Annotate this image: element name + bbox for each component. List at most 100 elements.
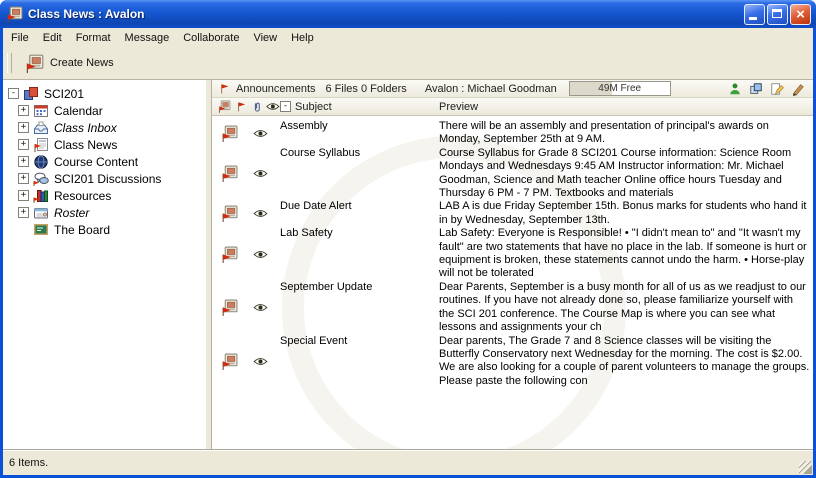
sidebar-item-class-inbox[interactable]: Class Inbox (3, 119, 205, 136)
message-status-icons (212, 281, 280, 335)
panel-toolbar (728, 82, 805, 96)
message-preview: Lab Safety: Everyone is Responsible! • "… (439, 227, 813, 281)
message-row[interactable]: Due Date Alert LAB A is due Friday Septe… (212, 200, 813, 227)
message-row[interactable]: Special Event Dear parents, The Grade 7 … (212, 335, 813, 389)
storage-free-label: 49M Free (570, 82, 670, 95)
tree-item-label: SCI201 (44, 87, 84, 101)
sidebar-item-roster[interactable]: Roster (3, 204, 205, 221)
conference-icon (23, 86, 39, 102)
compose-icon[interactable] (770, 82, 784, 96)
expand-icon[interactable] (18, 105, 29, 116)
discussions-icon (33, 171, 49, 187)
eye-icon[interactable] (253, 303, 268, 312)
create-news-icon (25, 54, 44, 73)
titlebar[interactable]: Class News : Avalon (0, 0, 816, 28)
pen-icon[interactable] (791, 82, 805, 96)
eye-icon[interactable] (253, 357, 268, 366)
create-news-button[interactable]: Create News (17, 52, 122, 75)
column-header-preview[interactable]: Preview (439, 101, 813, 113)
close-button[interactable] (790, 4, 811, 25)
person-icon[interactable] (728, 82, 742, 96)
message-subject[interactable]: September Update (280, 281, 439, 335)
subject-column-label: Subject (295, 101, 332, 113)
storage-bar: 49M Free (569, 81, 671, 96)
message-subject[interactable]: Special Event (280, 335, 439, 389)
tree-root-sci201[interactable]: SCI201 (3, 85, 205, 102)
message-icon (221, 246, 238, 263)
window-title: Class News : Avalon (28, 7, 742, 21)
preview-column-label: Preview (439, 101, 478, 113)
announcements-panel: Announcements 6 Files 0 Folders Avalon :… (212, 80, 813, 449)
column-header-row: Subject Preview (212, 98, 813, 116)
message-subject[interactable]: Lab Safety (280, 227, 439, 281)
account-name: Avalon : Michael Goodman (425, 83, 557, 95)
eye-icon[interactable] (253, 209, 268, 218)
tree-item-label: Class News (54, 138, 117, 152)
expand-icon[interactable] (18, 156, 29, 167)
status-bar: 6 Items. (3, 450, 813, 475)
menu-item-help[interactable]: Help (284, 30, 321, 46)
news-icon (33, 137, 49, 153)
menu-item-file[interactable]: File (4, 30, 36, 46)
menu-item-collaborate[interactable]: Collaborate (176, 30, 246, 46)
message-status-icons (212, 227, 280, 281)
inbox-icon (33, 120, 49, 136)
calendar-icon (33, 103, 49, 119)
column-header-eye-icon[interactable] (266, 102, 280, 111)
sidebar-item-sci201-discussions[interactable]: SCI201 Discussions (3, 170, 205, 187)
message-status-icons (212, 335, 280, 389)
menu-item-edit[interactable]: Edit (36, 30, 69, 46)
toolbar: Create News (3, 47, 813, 80)
menubar: File Edit Format Message Collaborate Vie… (3, 28, 813, 47)
message-list: Assembly There will be an assembly and p… (212, 116, 813, 449)
message-row[interactable]: Assembly There will be an assembly and p… (212, 120, 813, 147)
maximize-button[interactable] (767, 4, 788, 25)
expand-icon[interactable] (18, 139, 29, 150)
column-header-attachment-icon[interactable] (251, 101, 263, 113)
menu-item-message[interactable]: Message (118, 30, 177, 46)
message-row[interactable]: Course Syllabus Course Syllabus for Grad… (212, 147, 813, 201)
sidebar-item-course-content[interactable]: Course Content (3, 153, 205, 170)
item-count: 6 Items. (9, 457, 48, 469)
file-folder-counts: 6 Files 0 Folders (326, 83, 407, 95)
message-subject[interactable]: Assembly (280, 120, 439, 147)
folders-icon[interactable] (749, 82, 763, 96)
expand-icon[interactable] (18, 190, 29, 201)
message-subject[interactable]: Course Syllabus (280, 147, 439, 201)
message-row[interactable]: Lab Safety Lab Safety: Everyone is Respo… (212, 227, 813, 281)
toolbar-grip[interactable] (7, 53, 12, 73)
collapse-column-icon[interactable] (280, 101, 291, 112)
panel-splitter[interactable] (205, 80, 212, 449)
message-preview: Dear Parents, September is a busy month … (439, 281, 813, 335)
message-row[interactable]: September Update Dear Parents, September… (212, 281, 813, 335)
main-area: SCI201 Calendar Class Inbox (3, 80, 813, 450)
column-header-subject[interactable]: Subject (280, 101, 439, 113)
eye-icon[interactable] (253, 129, 268, 138)
menu-item-view[interactable]: View (246, 30, 284, 46)
sidebar-item-calendar[interactable]: Calendar (3, 102, 205, 119)
expand-icon[interactable] (18, 173, 29, 184)
menu-item-format[interactable]: Format (69, 30, 118, 46)
message-preview: There will be an assembly and presentati… (439, 120, 813, 147)
app-window: Class News : Avalon File Edit Format Mes… (0, 0, 816, 478)
tree-item-label: Course Content (54, 155, 138, 169)
minimize-button[interactable] (744, 4, 765, 25)
eye-icon[interactable] (253, 169, 268, 178)
eye-icon[interactable] (253, 250, 268, 259)
column-header-message-icon[interactable] (218, 100, 231, 113)
expand-icon[interactable] (18, 122, 29, 133)
collapse-icon[interactable] (8, 88, 19, 99)
sidebar-item-the-board[interactable]: The Board (3, 221, 205, 238)
message-status-icons (212, 200, 280, 227)
resize-grip[interactable] (799, 461, 812, 474)
column-header-flag-icon[interactable] (235, 101, 247, 113)
sidebar-item-resources[interactable]: Resources (3, 187, 205, 204)
sidebar-item-class-news[interactable]: Class News (3, 136, 205, 153)
app-icon (6, 6, 23, 23)
message-status-icons (212, 147, 280, 201)
tree-item-label: Calendar (54, 104, 103, 118)
roster-card-icon (33, 205, 49, 221)
message-subject[interactable]: Due Date Alert (280, 200, 439, 227)
expand-icon[interactable] (18, 207, 29, 218)
message-preview: LAB A is due Friday September 15th. Bonu… (439, 200, 813, 227)
